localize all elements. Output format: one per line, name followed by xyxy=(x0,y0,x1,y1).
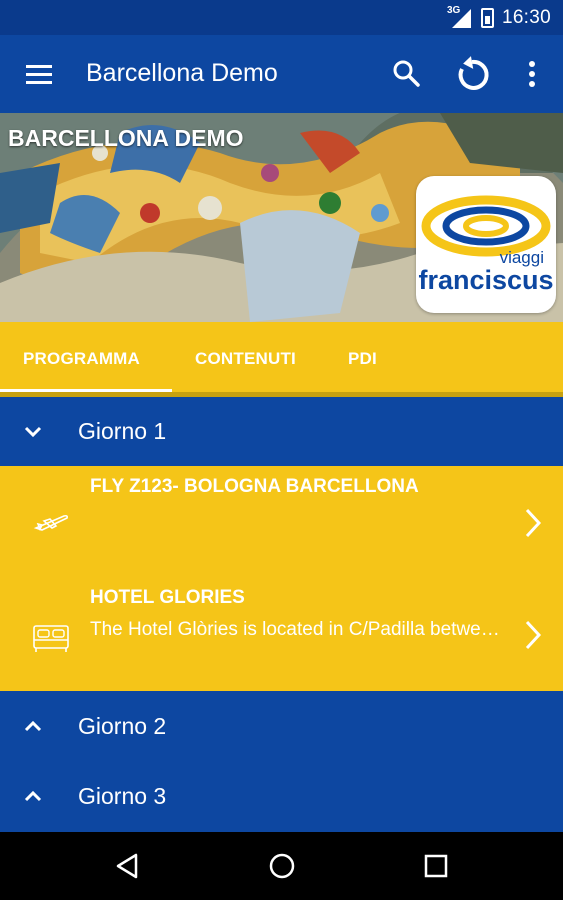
day-label: Giorno 1 xyxy=(78,418,167,444)
event-title: FLY Z123- BOLOGNA BARCELLONA xyxy=(90,476,419,497)
app-title: Barcellona Demo xyxy=(86,59,278,87)
menu-icon[interactable] xyxy=(22,59,58,89)
tab-contenuti[interactable]: CONTENUTI xyxy=(195,349,296,369)
day-label: Giorno 3 xyxy=(78,783,167,809)
hero-banner: BARCELLONA DEMO viaggi franciscus xyxy=(0,113,563,322)
home-icon[interactable] xyxy=(266,850,298,882)
franciscus-logo: viaggi franciscus xyxy=(416,176,556,313)
chevron-right-icon xyxy=(522,506,544,540)
event-item-flight[interactable]: FLY Z123- BOLOGNA BARCELLONA xyxy=(0,466,563,576)
logo-text-franciscus: franciscus xyxy=(418,265,553,295)
event-description: The Hotel Glòries is located in C/Padill… xyxy=(90,619,510,640)
chevron-right-icon xyxy=(522,618,544,652)
event-title: HOTEL GLORIES xyxy=(90,587,245,608)
more-vert-icon[interactable] xyxy=(518,57,546,91)
navigation-bar xyxy=(0,832,563,900)
chevron-up-icon xyxy=(20,784,46,810)
refresh-icon[interactable] xyxy=(452,55,492,95)
back-icon[interactable] xyxy=(112,850,144,882)
bed-icon xyxy=(30,618,72,654)
tab-pdi[interactable]: PDI xyxy=(348,349,377,369)
tab-bar: PROGRAMMA CONTENUTI PDI xyxy=(0,322,563,397)
chevron-up-icon xyxy=(20,714,46,740)
status-bar: 3G 16:30 xyxy=(0,0,563,35)
day-events-panel: FLY Z123- BOLOGNA BARCELLONA HOTEL GLORI… xyxy=(0,466,563,691)
event-item-hotel[interactable]: HOTEL GLORIES The Hotel Glòries is locat… xyxy=(0,578,563,688)
day-header-giorno-2[interactable]: Giorno 2 xyxy=(0,692,563,761)
recents-icon[interactable] xyxy=(420,850,452,882)
battery-icon xyxy=(480,7,494,28)
signal-icon: 3G xyxy=(446,4,473,29)
search-icon[interactable] xyxy=(390,57,424,91)
app-bar: Barcellona Demo xyxy=(0,35,563,113)
chevron-down-icon xyxy=(20,419,46,445)
day-header-giorno-1[interactable]: Giorno 1 xyxy=(0,397,563,466)
airplane-icon xyxy=(30,504,72,540)
network-type: 3G xyxy=(446,4,461,16)
day-header-giorno-3[interactable]: Giorno 3 xyxy=(0,762,563,831)
day-label: Giorno 2 xyxy=(78,713,167,739)
hero-title: BARCELLONA DEMO xyxy=(8,125,244,151)
tab-programma[interactable]: PROGRAMMA xyxy=(23,349,140,369)
clock: 16:30 xyxy=(501,6,551,28)
